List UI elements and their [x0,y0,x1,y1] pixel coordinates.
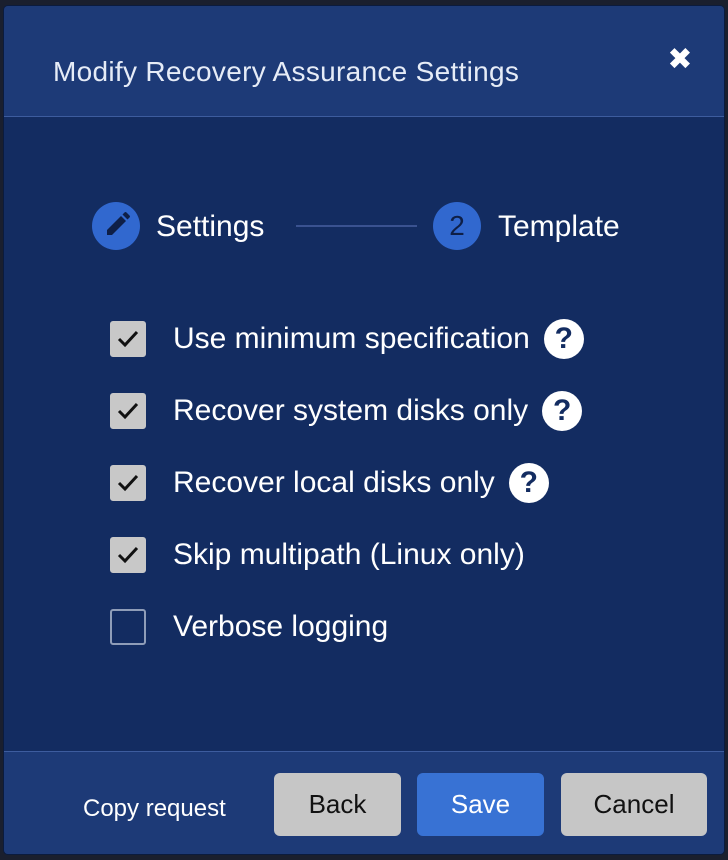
help-icon[interactable]: ? [508,463,549,503]
option-local-disks: Recover local disks only ? [110,463,549,503]
stepper-connector [296,225,417,227]
dialog-footer: Copy request Back Save Cancel [4,751,724,854]
option-skip-multipath: Skip multipath (Linux only) [110,537,525,573]
option-verbose-logging: Verbose logging [110,609,388,645]
checkbox-verbose-logging[interactable] [110,609,146,645]
close-icon[interactable]: ✖ [666,45,694,75]
option-system-disks: Recover system disks only ? [110,391,583,431]
checkbox-skip-multipath[interactable] [110,537,146,573]
step-settings-circle[interactable] [92,202,140,250]
save-button[interactable]: Save [417,773,544,836]
help-icon[interactable]: ? [543,319,584,359]
help-icon[interactable]: ? [542,391,583,431]
step-template-circle[interactable]: 2 [433,202,481,250]
step-settings-label[interactable]: Settings [156,210,264,244]
modify-settings-dialog: Modify Recovery Assurance Settings ✖ Set… [4,6,724,854]
cancel-button[interactable]: Cancel [561,773,707,836]
dialog-title: Modify Recovery Assurance Settings [53,56,520,87]
checkbox-local-disks[interactable] [110,465,146,501]
check-icon [117,330,139,348]
check-icon [117,474,139,492]
checkbox-minimum-spec[interactable] [110,321,146,357]
copy-request-link[interactable]: Copy request [83,795,226,823]
option-label: Skip multipath (Linux only) [173,538,525,571]
checkbox-system-disks[interactable] [110,393,146,429]
option-label: Verbose logging [173,610,389,643]
step-template-label[interactable]: Template [498,210,620,244]
option-label: Use minimum specification [173,322,530,355]
option-label: Recover system disks only [173,394,529,427]
option-label: Recover local disks only [173,466,495,499]
check-icon [117,402,139,420]
check-icon [117,546,139,564]
option-minimum-spec: Use minimum specification ? [110,319,584,359]
dialog-header: Modify Recovery Assurance Settings ✖ [4,6,724,117]
pencil-icon [107,212,130,235]
back-button[interactable]: Back [274,773,401,836]
